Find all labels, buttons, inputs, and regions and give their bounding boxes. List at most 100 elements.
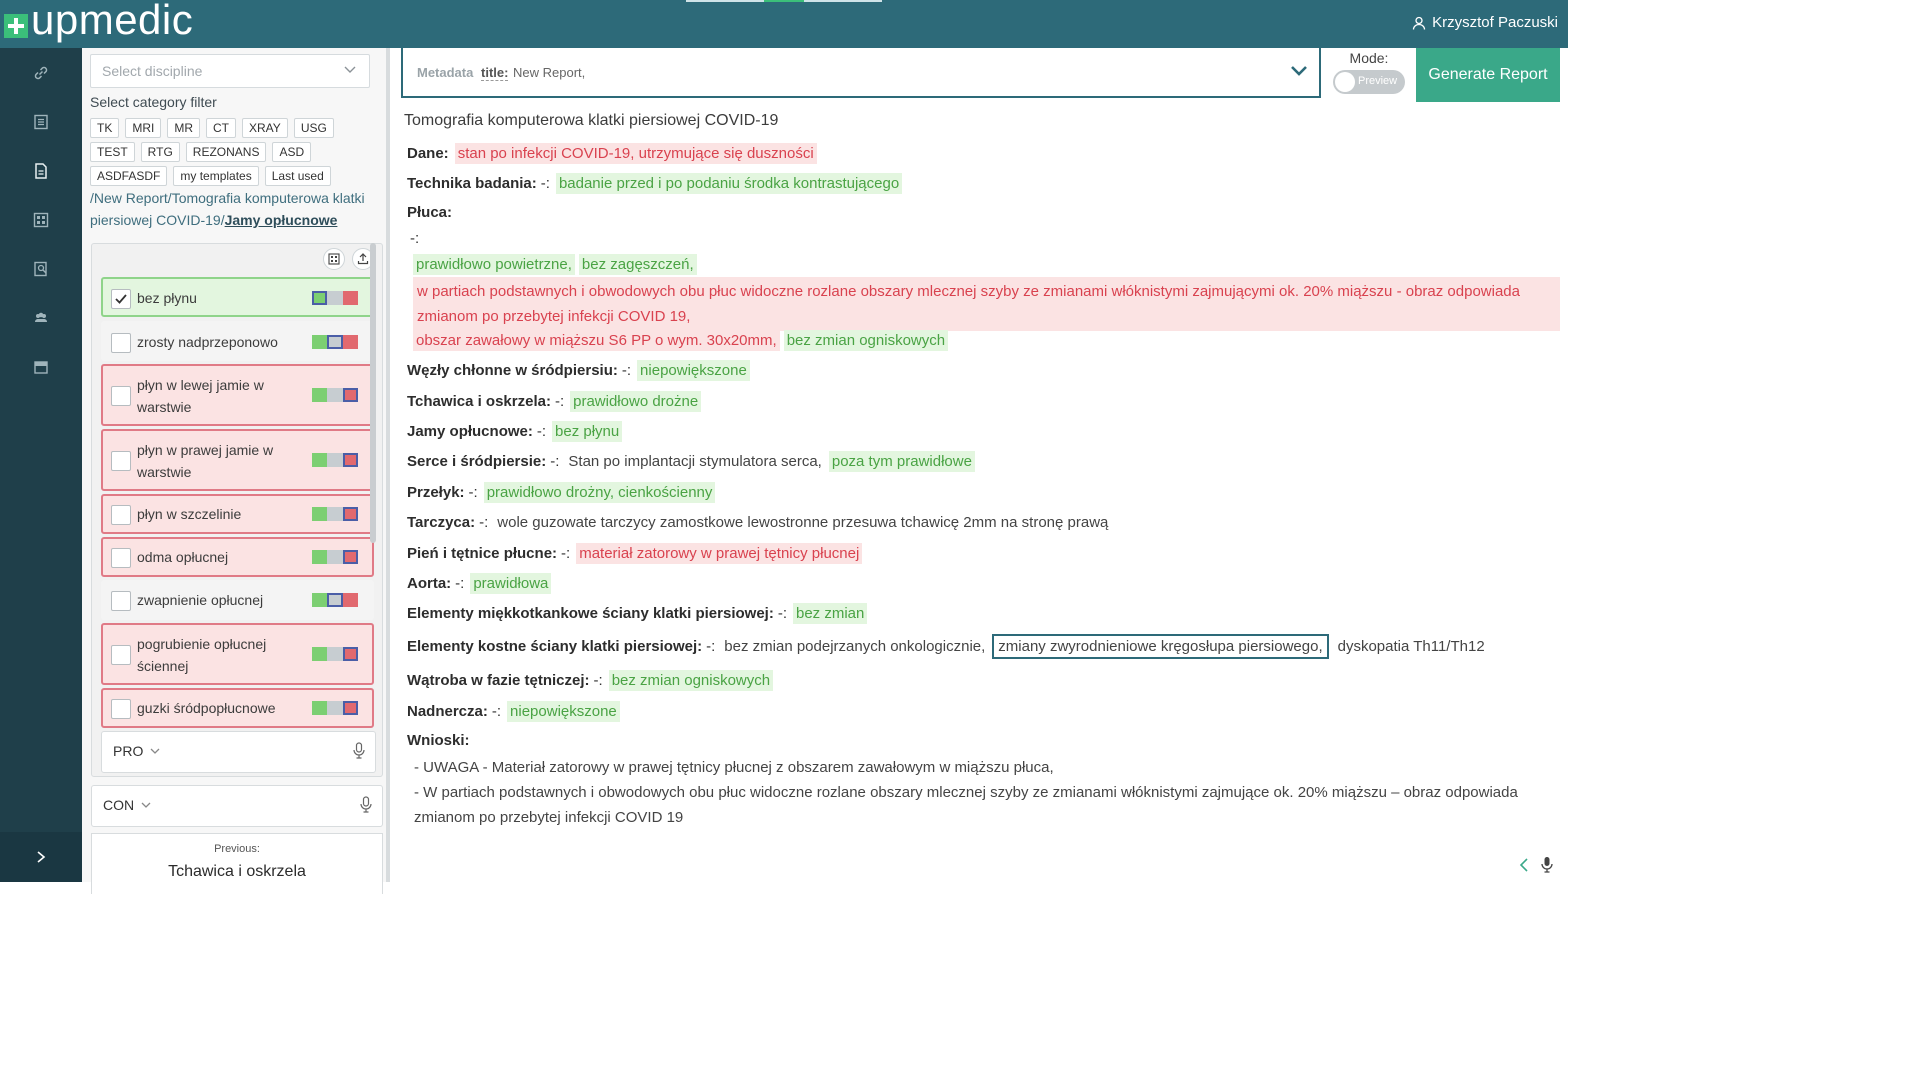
finding-state-selector[interactable] (312, 335, 358, 349)
state-neutral[interactable] (327, 550, 343, 564)
chip-my-templates[interactable]: my templates (173, 166, 259, 186)
users-icon[interactable] (28, 305, 54, 331)
finding-green[interactable]: bez płynu (552, 421, 623, 442)
chip-asd[interactable]: ASD (272, 142, 312, 162)
state-normal[interactable] (312, 701, 328, 715)
finding-item[interactable]: pogrubienie opłucnej ściennej (101, 623, 374, 685)
state-pathology[interactable] (342, 453, 358, 467)
discipline-select[interactable]: Select discipline (90, 54, 370, 88)
finding-red[interactable]: materiał zatorowy w prawej tętnicy płucn… (576, 543, 863, 564)
logo[interactable]: upmedic (4, 0, 193, 48)
microphone-icon[interactable] (1540, 856, 1554, 874)
chevron-down-icon[interactable] (1289, 64, 1309, 78)
rail-expand-button[interactable] (0, 832, 82, 882)
conclusion-line[interactable]: - UWAGA - Materiał zatorowy w prawej tęt… (414, 755, 1554, 780)
finding-state-selector[interactable] (312, 291, 358, 305)
finding-red[interactable]: w partiach podstawnych i obwodowych obu … (413, 277, 1560, 331)
finding-green[interactable]: niepowiększone (507, 701, 620, 722)
finding-red[interactable]: obszar zawałowy w miąższu S6 PP o wym. 3… (413, 330, 780, 351)
finding-green[interactable]: prawidłowo drożny, cienkościenny (483, 482, 716, 503)
chip-xray[interactable]: XRAY (242, 118, 288, 138)
pro-dropdown[interactable]: PRO (101, 731, 376, 773)
finding-green[interactable]: prawidłowo drożne (570, 391, 702, 412)
chip-usg[interactable]: USG (293, 118, 334, 138)
finding-checkbox[interactable] (111, 699, 131, 719)
finding-state-selector[interactable] (312, 593, 358, 607)
top-tab-active[interactable] (764, 0, 804, 2)
finding-item[interactable]: płyn w lewej jamie w warstwie (101, 364, 374, 426)
finding-item[interactable]: zwapnienie opłucnej (101, 580, 374, 620)
link-icon[interactable] (28, 60, 54, 86)
chevron-left-icon[interactable] (1518, 857, 1530, 873)
top-tab[interactable] (804, 0, 882, 2)
finding-checkbox[interactable] (111, 548, 131, 568)
state-pathology[interactable] (342, 291, 358, 305)
state-neutral[interactable] (327, 335, 343, 349)
finding-plain[interactable]: wole guzowate tarczycy zamostkowe lewost… (494, 512, 1111, 533)
chip-mri[interactable]: MRI (125, 118, 162, 138)
finding-checkbox[interactable] (111, 333, 131, 353)
finding-selected[interactable]: zmiany zwyrodnieniowe kręgosłupa piersio… (992, 634, 1329, 659)
archive-icon[interactable] (28, 354, 54, 380)
finding-item[interactable]: płyn w prawej jamie w warstwie (101, 429, 374, 491)
state-normal[interactable] (312, 335, 328, 349)
finding-state-selector[interactable] (312, 550, 358, 564)
finding-green[interactable]: bez zmian ogniskowych (608, 670, 774, 691)
state-pathology[interactable] (342, 507, 358, 521)
generate-report-button[interactable]: Generate Report (1416, 48, 1560, 102)
finding-item[interactable]: bez płynu (101, 277, 374, 317)
grid-icon[interactable] (28, 207, 54, 233)
user-menu[interactable]: Krzysztof Paczuski (1412, 14, 1558, 31)
finding-checkbox[interactable] (111, 386, 131, 406)
chip-test[interactable]: TEST (90, 142, 135, 162)
finding-green[interactable]: bez zmian (793, 603, 868, 624)
state-neutral[interactable] (327, 647, 343, 661)
list-icon[interactable] (28, 109, 54, 135)
finding-state-selector[interactable] (312, 507, 358, 521)
finding-green[interactable]: prawidłowa (470, 573, 552, 594)
state-pathology[interactable] (342, 335, 358, 349)
state-normal[interactable] (312, 550, 328, 564)
finding-item[interactable]: zrosty nadprzeponowo (101, 321, 374, 361)
finding-item[interactable]: płyn w szczelinie (101, 494, 374, 534)
state-pathology[interactable] (342, 388, 358, 402)
state-normal[interactable] (312, 593, 328, 607)
chip-tk[interactable]: TK (90, 118, 120, 138)
state-neutral[interactable] (327, 453, 343, 467)
finding-plain[interactable]: bez zmian podejrzanych onkologicznie, (721, 636, 988, 657)
state-neutral[interactable] (327, 388, 343, 402)
finding-item[interactable]: guzki śródpopłucnowe (101, 688, 374, 728)
finding-state-selector[interactable] (312, 388, 358, 402)
state-normal[interactable] (312, 507, 328, 521)
state-neutral[interactable] (327, 593, 343, 607)
previous-value[interactable]: Tchawica i oskrzela (92, 863, 382, 881)
finding-green[interactable]: bez zagęszczeń, (578, 254, 697, 275)
chip-ct[interactable]: CT (206, 118, 237, 138)
conclusion-line[interactable]: - W partiach podstawnych i obwodowych ob… (414, 780, 1554, 830)
breadcrumb-current[interactable]: Jamy opłucnowe (225, 212, 338, 228)
finding-green[interactable]: bez zmian ogniskowych (783, 330, 949, 351)
finding-state-selector[interactable] (312, 701, 358, 715)
previous-section[interactable]: Previous: Tchawica i oskrzela (91, 833, 383, 894)
findings-scrollbar[interactable] (370, 243, 376, 543)
finding-checkbox[interactable] (111, 505, 131, 525)
finding-green[interactable]: niepowiększone (637, 360, 750, 381)
microphone-icon[interactable] (359, 796, 373, 814)
preview-toggle[interactable]: Preview (1333, 70, 1405, 94)
chip-asdfasdf[interactable]: ASDFASDF (90, 166, 168, 186)
grid-select-button[interactable] (323, 248, 345, 270)
state-normal[interactable] (312, 647, 328, 661)
state-normal[interactable] (312, 453, 328, 467)
microphone-icon[interactable] (352, 742, 366, 760)
state-pathology[interactable] (342, 550, 358, 564)
finding-green[interactable]: prawidłowo powietrzne, (413, 254, 575, 275)
top-tab[interactable] (686, 0, 764, 2)
state-neutral[interactable] (327, 701, 343, 715)
finding-state-selector[interactable] (312, 647, 358, 661)
finding-checkbox[interactable] (111, 645, 131, 665)
search-document-icon[interactable] (28, 256, 54, 282)
finding-plain[interactable]: Stan po implantacji stymulatora serca, (565, 451, 824, 472)
chip-rtg[interactable]: RTG (140, 142, 180, 162)
chip-rezonans[interactable]: REZONANS (185, 142, 267, 162)
con-select[interactable]: CON (103, 797, 152, 813)
